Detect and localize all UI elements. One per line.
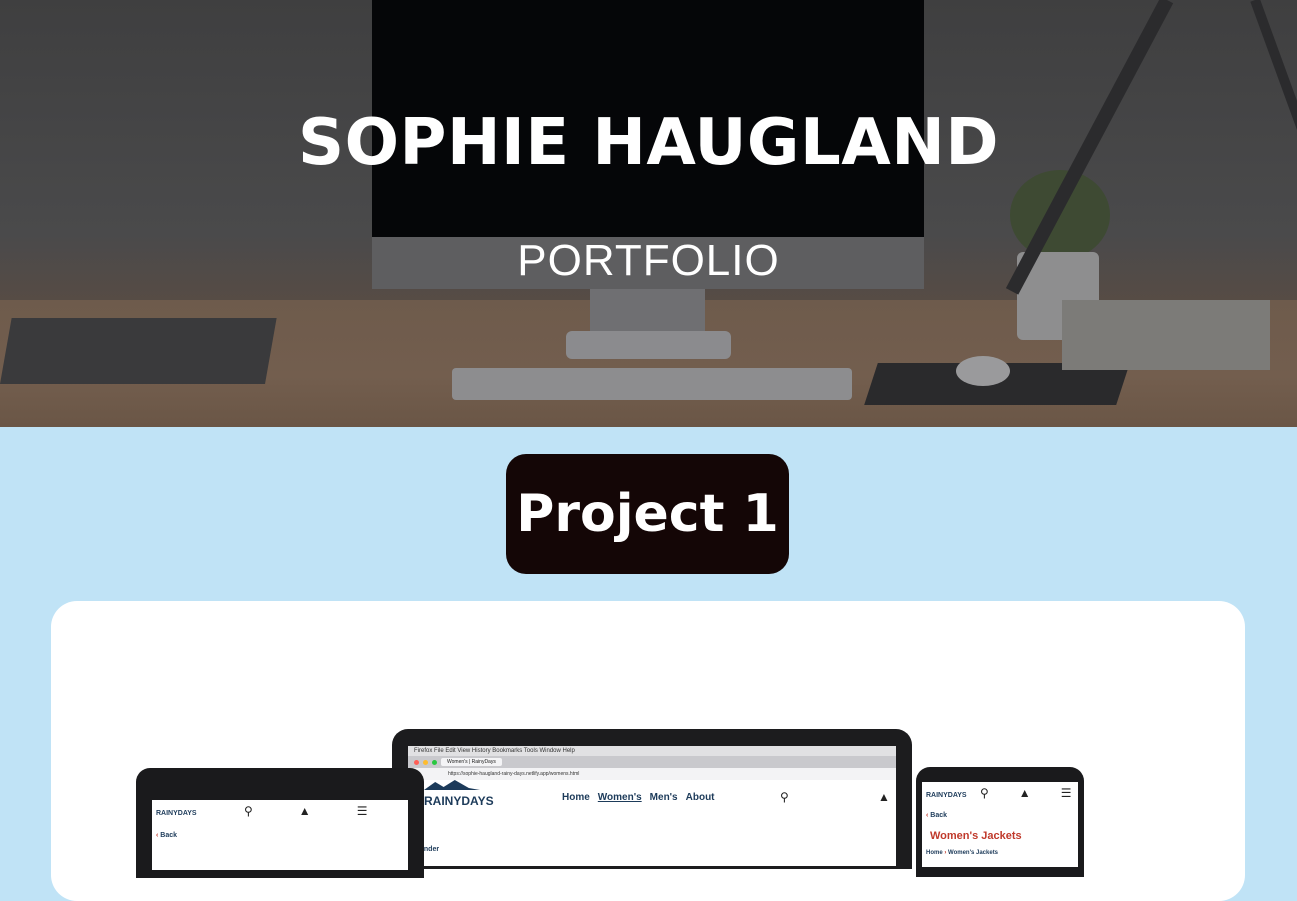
phone-breadcrumb: Home › Women's Jackets: [926, 850, 998, 856]
basket-icon: ▲: [298, 804, 311, 818]
browser-tab: Women's | RainyDays: [441, 758, 502, 766]
back-chevron-icon: ‹: [156, 832, 159, 839]
nav-womens: Women's: [597, 792, 642, 803]
menu-icon: ☰: [356, 804, 368, 818]
maximize-dot-icon: [432, 759, 437, 765]
site-navbar: RAINYDAYS Home Women's Men's About ⚲ ▲: [408, 780, 896, 820]
hero-title: SOPHIE HAUGLAND: [298, 106, 999, 180]
tablet-back-label: Back: [160, 832, 178, 839]
search-icon: ⚲: [780, 790, 789, 804]
site-nav-links: Home Women's Men's About: [562, 792, 715, 803]
basket-icon: ▲: [878, 790, 890, 804]
breadcrumb-current: Women's Jackets: [948, 850, 999, 856]
mouse-photo: [956, 356, 1010, 386]
site-logo: RAINYDAYS: [424, 794, 494, 808]
phone-page-heading: Women's Jackets: [930, 830, 1022, 842]
tablet-screen: RAINYDAYS ⚲ ▲ ☰ ‹ Back: [152, 800, 408, 870]
browser-tab-bar: Women's | RainyDays: [408, 756, 896, 768]
monitor-stand-foot: [566, 331, 731, 359]
search-icon: ⚲: [980, 786, 989, 800]
tablet-back-link: ‹ Back: [156, 832, 177, 839]
laptop-screen: Firefox File Edit View History Bookmarks…: [408, 746, 896, 866]
keyboard-photo: [452, 368, 852, 400]
books-photo: [1062, 300, 1270, 370]
phone-back-link: ‹ Back: [926, 812, 947, 819]
nav-about: About: [685, 792, 715, 803]
tablet-icons: ⚲ ▲ ☰: [244, 804, 367, 818]
phone-screen: RAINYDAYS ⚲ ▲ ☰ ‹ Back Women's Jackets H…: [922, 782, 1078, 867]
tablet-logo: RAINYDAYS: [156, 810, 197, 817]
mountain-logo-icon: [424, 780, 480, 790]
search-icon: ⚲: [244, 804, 253, 818]
hero-banner: SOPHIE HAUGLAND PORTFOLIO: [0, 0, 1297, 427]
menu-icon: ☰: [1060, 786, 1072, 800]
basket-icon: ▲: [1018, 786, 1031, 800]
mac-menu-bar: Firefox File Edit View History Bookmarks…: [408, 746, 896, 756]
project-heading-badge: Project 1: [506, 454, 789, 574]
monitor-stand: [590, 289, 705, 331]
close-dot-icon: [414, 759, 419, 765]
breadcrumb-home: Home: [926, 850, 943, 856]
phone-back-label: Back: [930, 812, 948, 819]
url-bar: https://sophie-haugland-rainy-days.netli…: [408, 768, 896, 780]
nav-mens: Men's: [649, 792, 678, 803]
project-heading: Project 1: [516, 484, 779, 544]
minimize-dot-icon: [423, 759, 428, 765]
back-chevron-icon: ‹: [926, 812, 929, 819]
phone-logo: RAINYDAYS: [926, 792, 967, 799]
laptop-photo: [0, 318, 277, 384]
phone-icons: ⚲ ▲ ☰: [980, 786, 1071, 800]
hero-subtitle: PORTFOLIO: [517, 236, 780, 285]
nav-home: Home: [562, 792, 590, 803]
